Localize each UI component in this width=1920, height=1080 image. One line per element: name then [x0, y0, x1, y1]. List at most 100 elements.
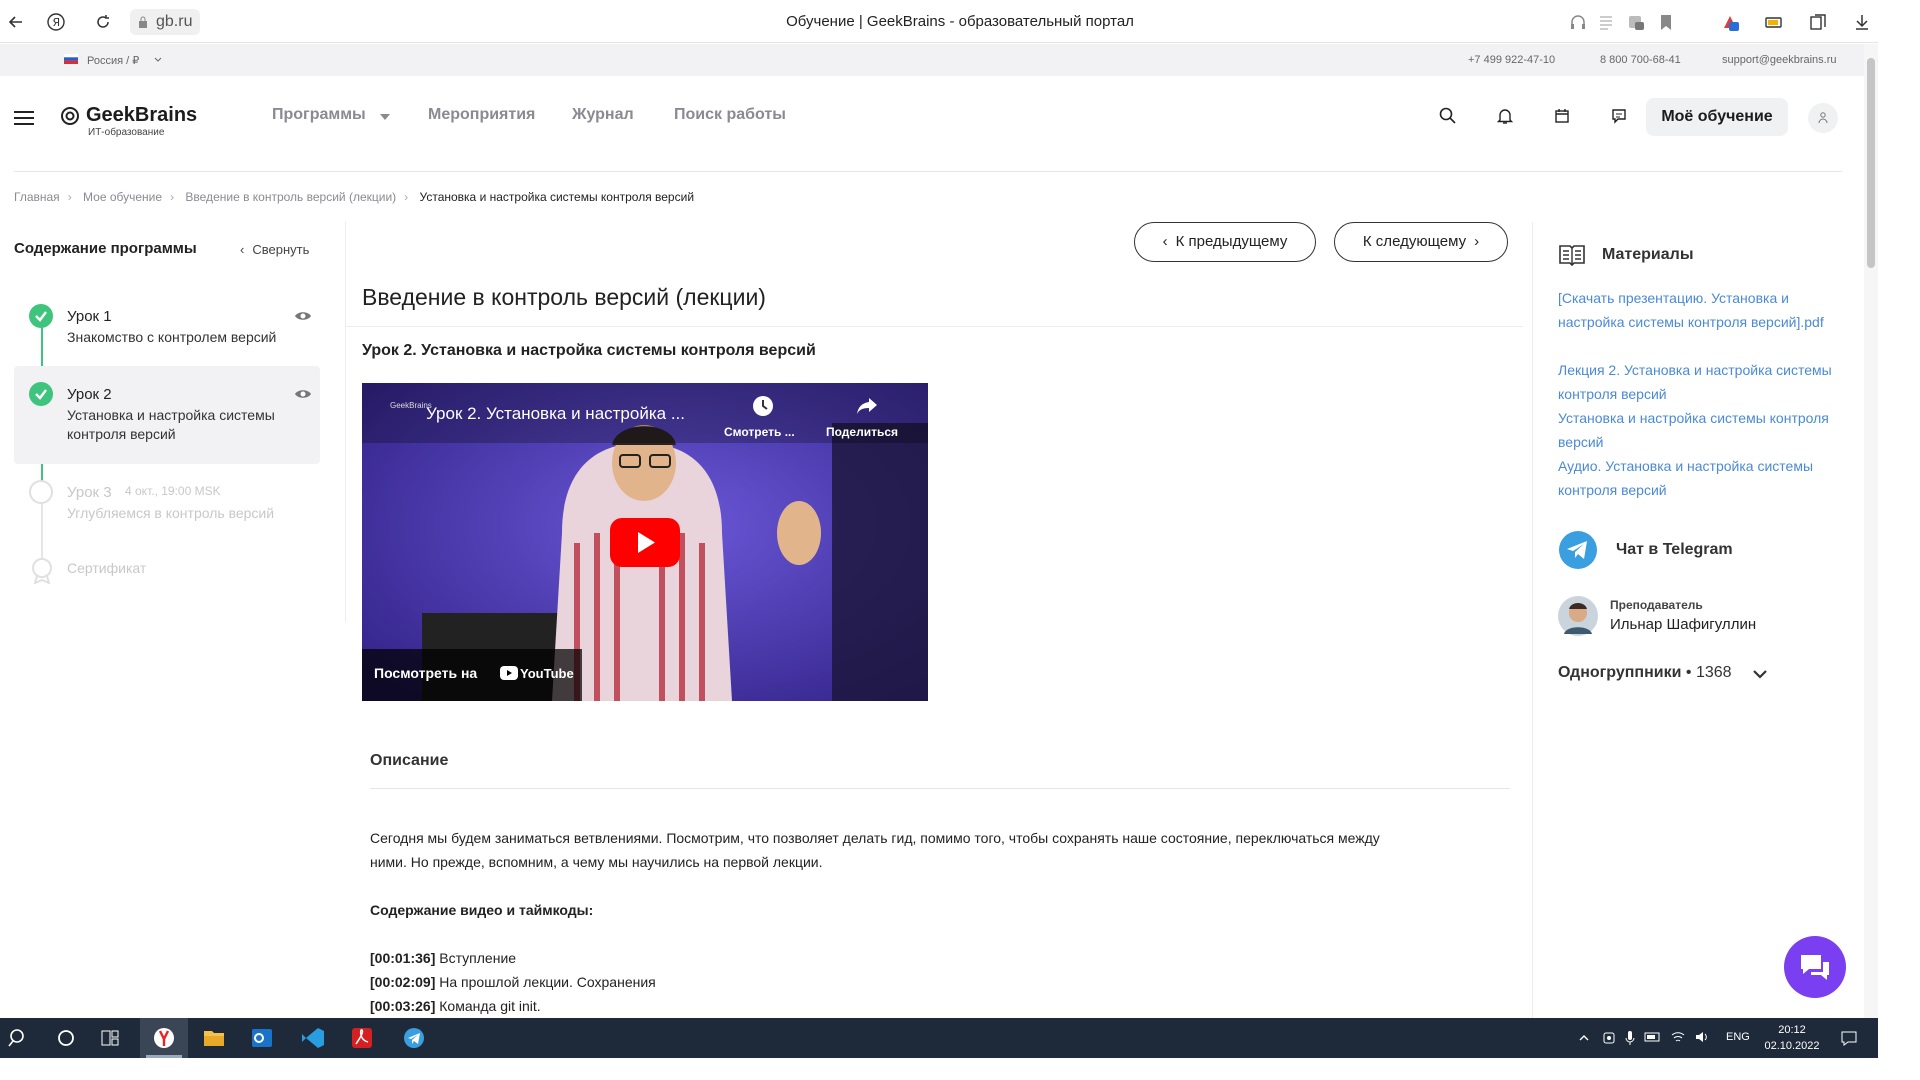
chevron-down-icon: [154, 57, 162, 62]
watch-on-youtube-bar[interactable]: Посмотреть на YouTube: [362, 649, 582, 701]
search-icon[interactable]: [0, 1018, 44, 1058]
phone-2[interactable]: 8 800 700-68-41: [1600, 54, 1681, 66]
next-lesson-button[interactable]: К следующему ›: [1334, 222, 1508, 262]
lesson-title: Установка и настройка системы контроля в…: [67, 407, 275, 442]
contents-label: Содержание видео и таймкоды:: [370, 902, 594, 918]
geekbrains-logo-icon[interactable]: [60, 106, 80, 126]
menu-events[interactable]: Мероприятия: [428, 106, 535, 124]
timecode[interactable]: [00:01:36]: [370, 950, 435, 966]
clock-icon[interactable]: [752, 395, 774, 417]
teacher-name[interactable]: Ильнар Шафигуллин: [1610, 616, 1756, 633]
classmates-toggle[interactable]: Одногруппники • 1368: [1558, 664, 1732, 682]
lesson-number: Урок 3: [67, 484, 112, 501]
description-title: Описание: [370, 752, 449, 769]
volume-icon[interactable]: [1694, 1030, 1710, 1044]
timecode[interactable]: [00:02:09]: [370, 974, 435, 990]
share-icon[interactable]: [855, 395, 879, 417]
material-link-audio[interactable]: Аудио. Установка и настройка системы кон…: [1558, 454, 1833, 502]
acrobat-icon[interactable]: [340, 1018, 384, 1058]
watch-on-label: Посмотреть на: [374, 665, 478, 681]
lesson-item[interactable]: Урок 1 Знакомство с контролем версий: [14, 300, 320, 362]
clock-date: 02.10.2022: [1764, 1040, 1820, 1052]
extensions-icon[interactable]: [1720, 12, 1740, 32]
breadcrumb-course[interactable]: Введение в контроль версий (лекции): [185, 190, 396, 204]
teacher-role: Преподаватель: [1610, 598, 1703, 612]
taskbar-clock[interactable]: 20:12 02.10.2022: [1762, 1022, 1822, 1054]
eye-icon[interactable]: [294, 388, 312, 400]
menu-programs[interactable]: Программы: [272, 106, 366, 124]
chevron-left-icon: ‹: [1162, 233, 1168, 250]
timecode-row: [00:03:26] Команда git init.: [370, 994, 541, 1018]
timecode-row: [00:02:09] На прошлой лекции. Сохранения: [370, 970, 656, 994]
profile-avatar[interactable]: [1808, 103, 1838, 133]
support-chat-button[interactable]: [1784, 936, 1846, 998]
language-indicator[interactable]: ENG: [1726, 1031, 1750, 1043]
headphones-icon[interactable]: [1568, 12, 1588, 32]
battery-icon[interactable]: [1764, 12, 1784, 32]
video-title[interactable]: Урок 2. Установка и настройка ...: [426, 404, 685, 424]
cortana-icon[interactable]: [44, 1018, 88, 1058]
breadcrumb-separator: ›: [404, 190, 409, 204]
sidebar-title: Содержание программы: [14, 240, 197, 257]
material-link-lecture[interactable]: Лекция 2. Установка и настройка системы …: [1558, 358, 1833, 406]
description-divider: [370, 788, 1510, 789]
lesson-item-locked[interactable]: Урок 3 4 окт., 19:00 MSK Углубляемся в к…: [14, 476, 320, 532]
logo-text[interactable]: GeekBrains: [86, 104, 197, 127]
watch-later-label[interactable]: Смотреть ...: [724, 425, 795, 439]
chevron-down-icon[interactable]: [1752, 668, 1768, 680]
reader-icon[interactable]: [1596, 12, 1616, 32]
outlook-icon[interactable]: [240, 1018, 284, 1058]
bookmark-icon[interactable]: [1656, 12, 1676, 32]
support-email[interactable]: support@geekbrains.ru: [1722, 54, 1837, 66]
video-player[interactable]: GeekBrains Урок 2. Установка и настройка…: [362, 383, 928, 701]
material-link-setup[interactable]: Установка и настройка системы контроля в…: [1558, 406, 1833, 454]
play-button-icon[interactable]: [610, 518, 680, 567]
menu-job-search[interactable]: Поиск работы: [674, 106, 786, 124]
bell-icon[interactable]: [1495, 106, 1515, 126]
collapse-button[interactable]: ‹ Свернуть: [240, 242, 309, 257]
protect-icon[interactable]: [1626, 12, 1646, 32]
material-link-presentation[interactable]: [Скачать презентацию. Установка и настро…: [1558, 286, 1833, 334]
menu-journal[interactable]: Журнал: [572, 106, 634, 124]
timecode-text: Команда git init.: [435, 998, 541, 1014]
wifi-icon[interactable]: [1670, 1030, 1686, 1044]
file-explorer-icon[interactable]: [192, 1018, 236, 1058]
classmates-label: Одногруппники: [1558, 664, 1682, 681]
chevron-left-icon: ‹: [240, 242, 245, 257]
telegram-icon[interactable]: [1558, 530, 1598, 570]
region-selector[interactable]: Россия / ₽: [87, 54, 139, 67]
hamburger-menu-icon[interactable]: [14, 110, 34, 126]
chat-icon[interactable]: [1609, 106, 1629, 126]
prev-lesson-button[interactable]: ‹ К предыдущему: [1134, 222, 1316, 262]
share-label[interactable]: Поделиться: [826, 425, 898, 439]
calendar-icon[interactable]: [1552, 106, 1572, 126]
scrollbar-thumb[interactable]: [1867, 58, 1875, 268]
dropdown-triangle-icon[interactable]: [379, 113, 391, 121]
microphone-icon[interactable]: [1624, 1030, 1636, 1046]
notification-center-icon[interactable]: [1840, 1030, 1858, 1046]
eye-icon[interactable]: [294, 310, 312, 322]
phone-1[interactable]: +7 499 922-47-10: [1468, 54, 1555, 66]
battery-icon[interactable]: [1644, 1031, 1662, 1043]
logo-subtitle: ИТ-образование: [88, 127, 165, 138]
chevron-up-icon[interactable]: [1578, 1032, 1590, 1044]
page-scrollbar[interactable]: [1864, 44, 1878, 1018]
my-learning-button[interactable]: Моё обучение: [1646, 98, 1788, 136]
collections-icon[interactable]: [1808, 12, 1828, 32]
telegram-taskbar-icon[interactable]: [392, 1018, 436, 1058]
task-view-icon[interactable]: [88, 1018, 132, 1058]
windows-taskbar: ENG 20:12 02.10.2022: [0, 1018, 1878, 1058]
vscode-icon[interactable]: [290, 1018, 334, 1058]
certificate-item[interactable]: Сертификат: [14, 556, 320, 586]
breadcrumb-my-learning[interactable]: Мое обучение: [83, 190, 162, 204]
timecode[interactable]: [00:03:26]: [370, 998, 435, 1014]
lesson-item-active[interactable]: Урок 2 Установка и настройка системы кон…: [14, 366, 320, 464]
breadcrumb-home[interactable]: Главная: [14, 190, 60, 204]
teacher-avatar[interactable]: [1558, 596, 1598, 636]
telegram-chat-link[interactable]: Чат в Telegram: [1616, 541, 1733, 559]
camera-icon[interactable]: [1602, 1030, 1616, 1046]
search-icon[interactable]: [1438, 106, 1458, 126]
timecode-row: [00:01:36] Вступление: [370, 946, 516, 970]
download-icon[interactable]: [1852, 12, 1872, 32]
yandex-browser-icon[interactable]: [140, 1018, 188, 1058]
